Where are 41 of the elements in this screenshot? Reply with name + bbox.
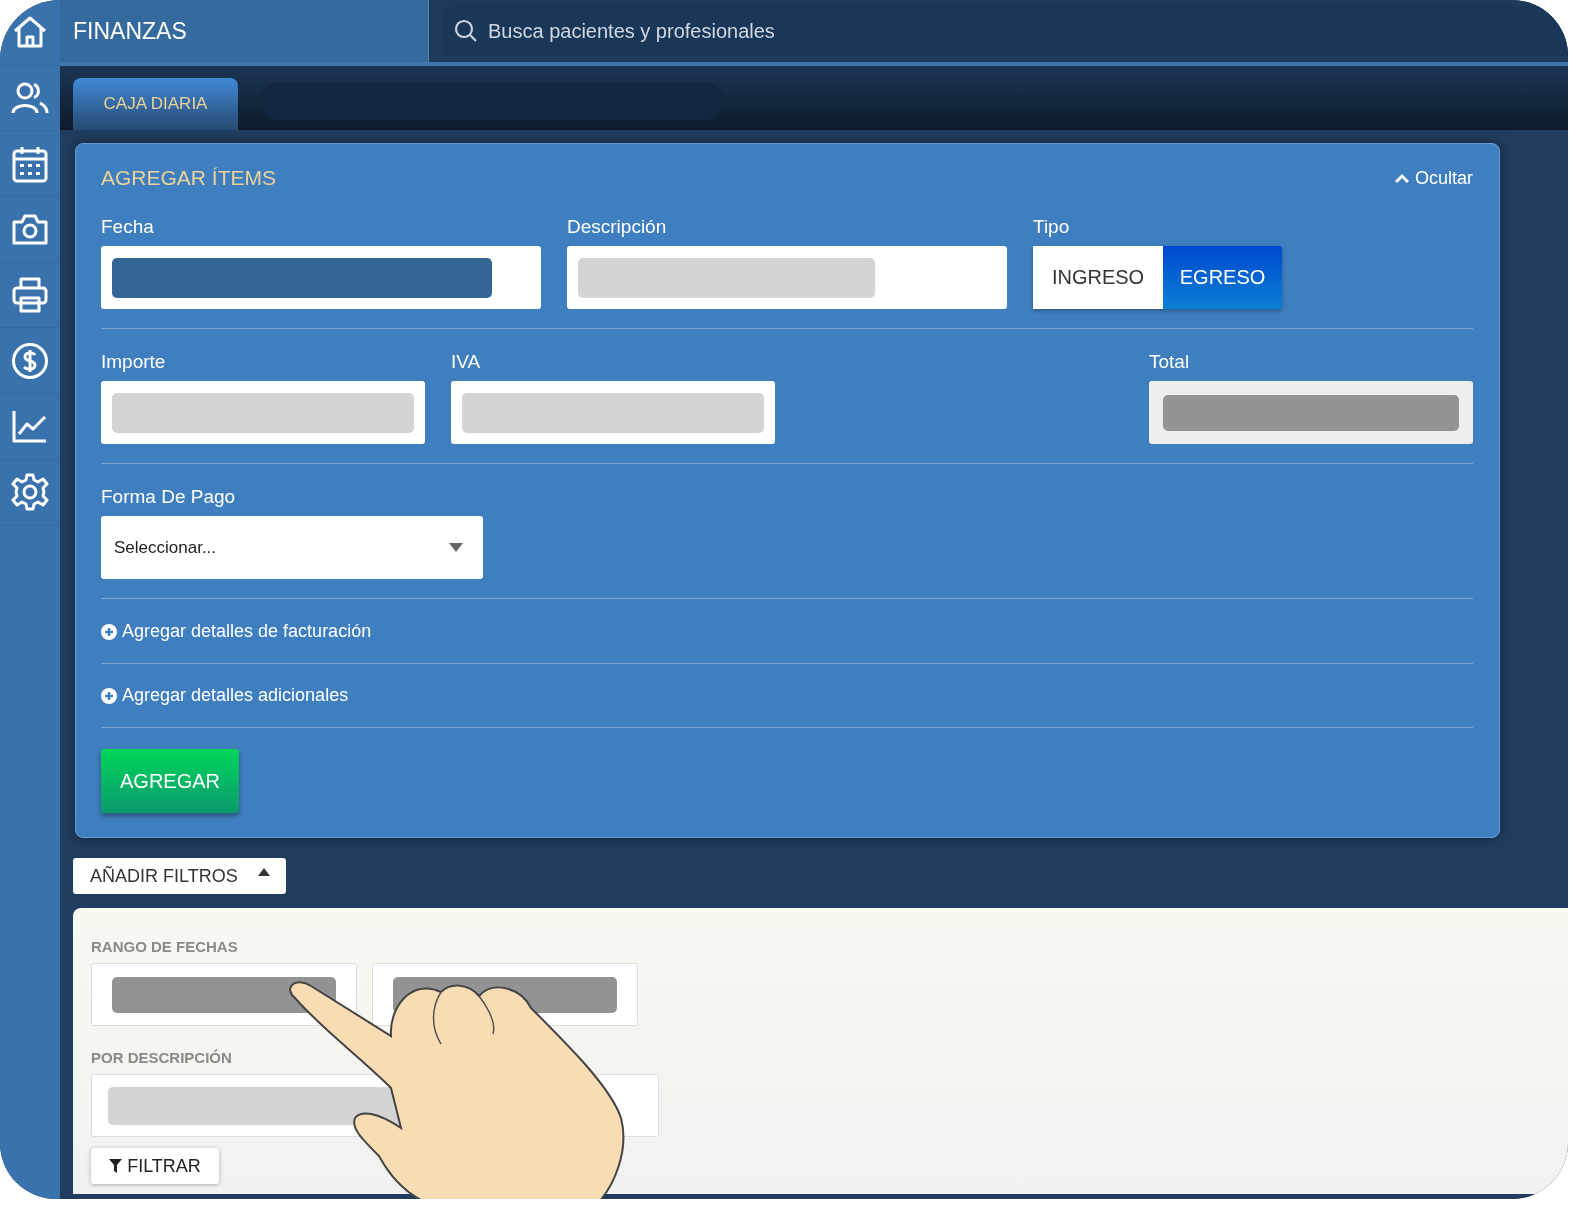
- field-label: Fecha: [101, 216, 155, 238]
- type-option[interactable]: INGRESO: [1033, 246, 1164, 309]
- field-label: Total: [1149, 351, 1191, 373]
- field-label: IVA: [451, 351, 482, 373]
- filter-button[interactable]: FILTRAR: [91, 1148, 219, 1184]
- chevron-icon: [1394, 173, 1409, 183]
- field-label: Descripción: [567, 216, 668, 238]
- caret-icon: [257, 868, 270, 876]
- tab[interactable]: CAJA DIARIA: [73, 78, 238, 130]
- settings-icon[interactable]: [11, 473, 49, 512]
- dollar-icon[interactable]: [11, 341, 49, 380]
- people-icon[interactable]: [11, 81, 49, 116]
- calendar-icon[interactable]: [12, 144, 48, 183]
- dropdown-caret-icon: [449, 543, 463, 552]
- page-title: FINANZAS: [73, 17, 187, 45]
- date-field[interactable]: [101, 246, 541, 309]
- field-label: Forma De Pago: [101, 486, 237, 508]
- printer-icon[interactable]: [12, 277, 48, 314]
- payment-select[interactable]: Seleccionar...: [101, 516, 483, 579]
- field-label: Tipo: [1033, 216, 1071, 238]
- add-details-link[interactable]: Agregar detalles de facturación: [101, 621, 1473, 664]
- plus-circle-icon: [101, 687, 117, 704]
- line-chart-icon[interactable]: [12, 409, 48, 444]
- funnel-icon: [109, 1159, 123, 1173]
- hide-link[interactable]: Ocultar: [1394, 167, 1473, 189]
- add-filters-button[interactable]: AÑADIR FILTROS: [73, 858, 286, 894]
- filter-label: POR DESCRIPCIÓN: [91, 1049, 233, 1066]
- add-details-link[interactable]: Agregar detalles adicionales: [101, 685, 1473, 728]
- field-label: Importe: [101, 351, 167, 373]
- type-option[interactable]: EGRESO: [1163, 246, 1282, 309]
- search-icon: [454, 19, 478, 43]
- input-field[interactable]: [101, 381, 425, 444]
- input-field[interactable]: [567, 246, 1007, 309]
- card-title: AGREGAR ÍTEMS: [101, 166, 277, 190]
- plus-circle-icon: [101, 623, 117, 640]
- search-box[interactable]: Busca pacientes y profesionales: [442, 6, 1568, 56]
- home-icon[interactable]: [12, 14, 48, 51]
- input-field[interactable]: [451, 381, 775, 444]
- camera-icon[interactable]: [12, 213, 48, 246]
- filter-label: RANGO DE FECHAS: [91, 938, 239, 955]
- date-field[interactable]: [91, 963, 357, 1026]
